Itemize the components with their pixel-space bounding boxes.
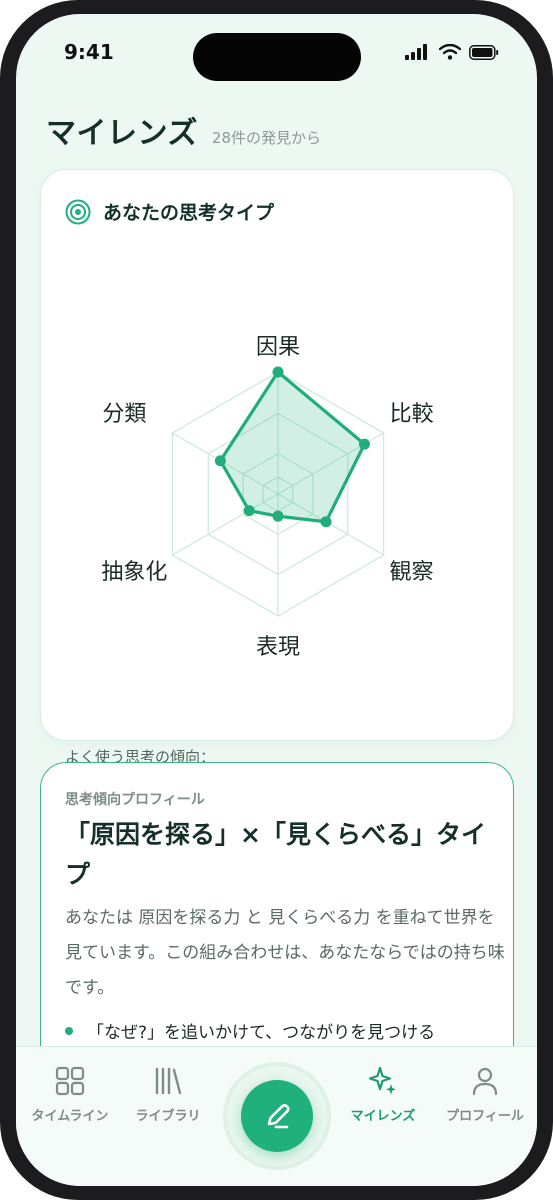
radar-data-point <box>272 366 284 378</box>
screen: 9:41 マイレンズ 28件の発見から あなたの思考タイプ 因果 比較 観察 表… <box>16 14 537 1186</box>
page-subtitle: 28件の発見から <box>211 129 321 147</box>
bullet-text: 「なぜ?」を追いかけて、つながりを見つける <box>87 1023 436 1043</box>
radar-data-point <box>214 455 226 467</box>
radar-chart: 因果比較観察表現 抽象化 分類 <box>101 335 434 660</box>
radar-axis-label: 比較 <box>390 402 434 427</box>
tab-label: プロフィール <box>446 1109 524 1124</box>
status-icons <box>405 44 499 60</box>
bullet-dot <box>65 1026 73 1035</box>
radar-axis-label: 抽象化 <box>101 560 167 585</box>
status-time: 9:41 <box>64 40 114 64</box>
tab-label: ライブラリ <box>135 1109 201 1124</box>
pen-icon <box>267 1103 290 1129</box>
card-title: あなたの思考タイプ <box>103 202 275 224</box>
radar-data-point <box>243 505 255 517</box>
tab-profile[interactable]: プロフィール <box>435 1065 535 1124</box>
profile-bullet: 「なぜ?」を追いかけて、つながりを見つける <box>65 1018 435 1043</box>
radar-data-point <box>272 510 284 522</box>
grid-icon <box>55 1066 85 1096</box>
target-icon <box>65 199 91 224</box>
radar-data-point <box>358 438 370 450</box>
battery-icon <box>469 44 499 60</box>
profile-body: あなたは 原因を探る力 と 見くらべる力 を重ねて世界を見ています。この組み合わ… <box>65 908 505 998</box>
radar-axis-label: 因果 <box>256 335 300 360</box>
signal-icon <box>405 44 427 60</box>
tab-timeline[interactable]: タイムライン <box>20 1065 120 1124</box>
tab-label: マイレンズ <box>350 1109 416 1124</box>
page-header: マイレンズ 28件の発見から <box>46 108 321 152</box>
phone-frame: 9:41 マイレンズ 28件の発見から あなたの思考タイプ 因果 比較 観察 表… <box>0 0 553 1200</box>
page-title: マイレンズ <box>46 116 198 151</box>
compose-button[interactable] <box>241 1080 313 1152</box>
radar-axis-label: 表現 <box>256 635 300 660</box>
card-header: あなたの思考タイプ <box>65 198 274 225</box>
radar-data-area <box>218 370 367 524</box>
profile-title: 「原因を探る」×「見くらべる」タイプ <box>65 820 486 889</box>
library-icon <box>155 1067 182 1095</box>
radar-axis-label: 観察 <box>390 560 434 585</box>
sparkle-icon <box>368 1066 396 1095</box>
radar-data-point <box>320 516 332 528</box>
thinking-type-card: あなたの思考タイプ 因果比較観察表現抽象化分類 よく使う思考の傾向： 因果11比… <box>40 169 514 874</box>
radar-axis-label: 分類 <box>102 402 146 427</box>
tab-label: タイムライン <box>31 1109 109 1124</box>
profile-eyebrow: 思考傾向プロフィール <box>65 792 205 808</box>
wifi-icon <box>439 44 461 60</box>
tab-library[interactable]: ライブラリ <box>118 1065 218 1124</box>
tab-my-lens[interactable]: マイレンズ <box>333 1065 433 1124</box>
person-icon <box>472 1067 498 1096</box>
dynamic-island <box>193 33 361 81</box>
